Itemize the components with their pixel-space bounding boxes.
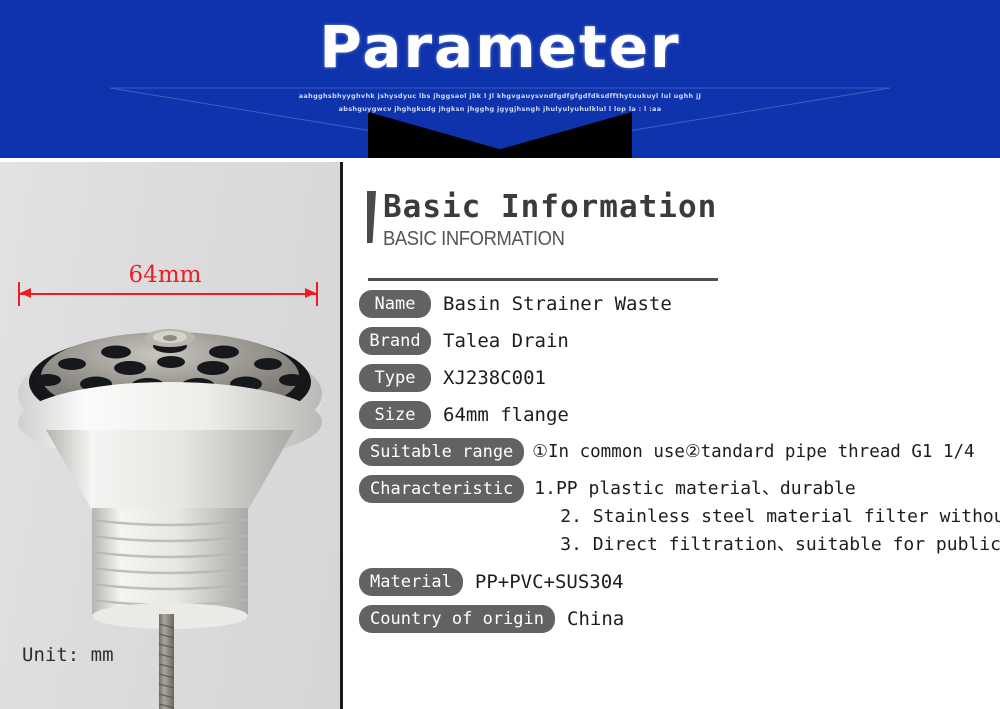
dimension-label: 64mm [128, 262, 202, 288]
spec-row-material: Material PP+PVC+SUS304 [359, 568, 1000, 596]
spec-label-characteristic: Characteristic [359, 475, 525, 503]
spec-row-country-of-origin: Country of origin China [359, 605, 1000, 633]
spec-label-suitable-range: Suitable range [359, 438, 525, 466]
spec-row-size: Size 64mm flange [359, 401, 1000, 429]
section-heading-group: Basic Information BASIC INFORMATION [367, 188, 717, 252]
spec-row-type: Type XJ238C001 [359, 364, 1000, 392]
heading-accent-bar [367, 191, 376, 243]
spec-label-name: Name [359, 290, 431, 318]
banner-subtext: aahgghsbhyyghvhk jshysdyuc lbs jhggsaol … [0, 90, 1000, 116]
spec-value-suitable-range: ①In common use②tandard pipe thread G1 1/… [532, 442, 975, 462]
banner-subtext-line-2: abshguygwcv jhghgkudg jhgksn jhgghg jgyg… [338, 105, 662, 113]
spec-value-type: XJ238C001 [443, 367, 546, 389]
heading-divider [368, 278, 718, 281]
spec-value-brand: Talea Drain [443, 330, 569, 352]
spec-row-brand: Brand Talea Drain [359, 327, 1000, 355]
spec-value-country-of-origin: China [567, 608, 625, 630]
banner-title: Parameter [319, 13, 681, 81]
spec-value-name: Basin Strainer Waste [443, 293, 672, 315]
content-area: 64mm Unit: mm Basic Information BASIC IN… [0, 162, 1000, 709]
characteristic-line-3: 3. Direct filtration、suitable for public… [560, 534, 1000, 555]
product-image-panel: 64mm Unit: mm [0, 162, 343, 709]
spec-label-size: Size [359, 401, 431, 429]
spec-label-brand: Brand [359, 327, 431, 355]
spec-label-country-of-origin: Country of origin [359, 605, 555, 633]
dimension-arrow-left [20, 288, 31, 298]
spec-label-material: Material [359, 568, 463, 596]
unit-label: Unit: mm [22, 644, 114, 666]
spec-label-type: Type [359, 364, 431, 392]
page-banner: Parameter aahgghsbhyyghvhk jshysdyuc lbs… [0, 0, 1000, 158]
dimension-line [18, 293, 318, 295]
characteristic-line-2: 2. Stainless steel material filter witho… [560, 506, 1000, 527]
spec-value-characteristic-group: 1.PP plastic material、durable 2. Stainle… [534, 475, 1000, 559]
banner-subtext-line-1: aahgghsbhyyghvhk jshysdyuc lbs jhggsaol … [298, 92, 702, 100]
page-subtitle: BASIC INFORMATION [383, 228, 565, 250]
product-parameter-page: Parameter aahgghsbhyyghvhk jshysdyuc lbs… [0, 0, 1000, 709]
spec-row-suitable-range: Suitable range ①In common use②tandard pi… [359, 438, 1000, 466]
spec-value-material: PP+PVC+SUS304 [474, 571, 624, 593]
spec-row-characteristic: Characteristic 1.PP plastic material、dur… [359, 475, 1000, 559]
spec-list: Name Basin Strainer Waste Brand Talea Dr… [359, 290, 1000, 642]
spec-row-name: Name Basin Strainer Waste [359, 290, 1000, 318]
spec-value-size: 64mm flange [443, 404, 569, 426]
basic-information-panel: Basic Information BASIC INFORMATION Name… [345, 162, 1000, 709]
dimension-arrow-right [305, 288, 316, 298]
characteristic-line-1: 1.PP plastic material、durable [534, 478, 856, 499]
page-title: Basic Information [383, 189, 718, 225]
